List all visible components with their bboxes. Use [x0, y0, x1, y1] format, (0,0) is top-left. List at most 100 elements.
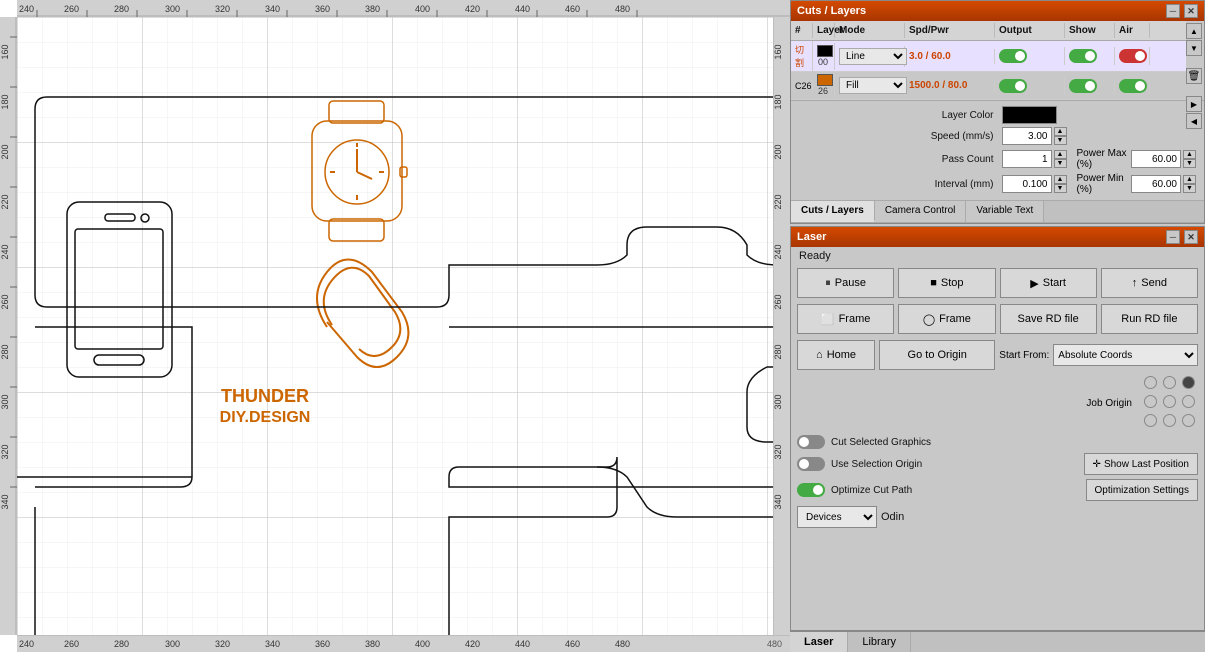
svg-text:240: 240: [19, 4, 34, 14]
origin-br[interactable]: [1182, 414, 1195, 427]
collapse-left-btn[interactable]: ◀: [1186, 113, 1202, 129]
power-min-down-btn[interactable]: ▼: [1183, 184, 1196, 193]
send-icon: ↑: [1132, 277, 1138, 289]
origin-tc[interactable]: [1163, 376, 1176, 389]
minimize-button[interactable]: ─: [1166, 4, 1180, 18]
svg-text:320: 320: [215, 639, 230, 649]
speed-up-btn[interactable]: ▲: [1054, 127, 1067, 136]
power-max-down-btn[interactable]: ▼: [1183, 159, 1196, 168]
svg-text:480: 480: [615, 639, 630, 649]
start-from-select[interactable]: Absolute Coords User Origin Current Posi…: [1053, 344, 1198, 366]
svg-text:300: 300: [773, 394, 783, 409]
origin-ml[interactable]: [1144, 395, 1157, 408]
col-spd-pwr: Spd/Pwr: [905, 23, 995, 38]
canvas-area[interactable]: 240 260 280 300 320 340 360 380 400 420: [0, 0, 790, 652]
origin-mr[interactable]: [1182, 395, 1195, 408]
save-rd-button[interactable]: Save RD file: [1000, 304, 1097, 334]
tab-camera-control[interactable]: Camera Control: [875, 201, 967, 222]
origin-tr[interactable]: [1182, 376, 1195, 389]
interval-label: Interval (mm): [935, 179, 994, 190]
drawing-canvas[interactable]: THUNDER DIY.DESIGN 160 180: [17, 17, 773, 635]
cut-selected-toggle[interactable]: [797, 435, 825, 449]
svg-text:300: 300: [165, 4, 180, 14]
devices-select[interactable]: Devices: [797, 506, 877, 528]
delete-layer-btn[interactable]: 🗑: [1186, 68, 1202, 84]
laser-title: Laser: [797, 231, 826, 243]
speed-input[interactable]: [1002, 127, 1052, 145]
start-button[interactable]: ▶ Start: [1000, 268, 1097, 298]
row1-mode-select[interactable]: Fill Line: [839, 77, 907, 94]
origin-mc[interactable]: [1163, 395, 1176, 408]
svg-text:180: 180: [0, 94, 10, 109]
power-max-up-btn[interactable]: ▲: [1183, 150, 1196, 159]
show-last-position-btn[interactable]: ✛ Show Last Position: [1084, 453, 1198, 475]
run-rd-button[interactable]: Run RD file: [1101, 304, 1198, 334]
svg-text:180: 180: [773, 94, 783, 109]
stop-button[interactable]: ■ Stop: [898, 268, 995, 298]
optimize-cut-toggle[interactable]: [797, 483, 825, 497]
interval-input[interactable]: [1002, 175, 1052, 193]
svg-text:320: 320: [773, 444, 783, 459]
interval-up-btn[interactable]: ▲: [1054, 175, 1067, 184]
row0-mode[interactable]: Line Fill: [835, 46, 905, 67]
go-to-origin-button[interactable]: Go to Origin: [879, 340, 995, 370]
layer-color-swatch[interactable]: [1002, 106, 1057, 124]
home-button[interactable]: ⌂ Home: [797, 340, 875, 370]
row0-air[interactable]: [1115, 47, 1150, 65]
row0-mode-select[interactable]: Line Fill: [839, 48, 907, 65]
origin-bl[interactable]: [1144, 414, 1157, 427]
svg-text:340: 340: [265, 639, 280, 649]
laser-header: Laser ─ ✕: [791, 227, 1204, 247]
pause-button[interactable]: ⏸ Pause: [797, 268, 894, 298]
devices-row: Devices Odin: [791, 503, 1204, 531]
pass-count-down-btn[interactable]: ▼: [1054, 159, 1067, 168]
svg-text:380: 380: [365, 4, 380, 14]
use-selection-toggle[interactable]: [797, 457, 825, 471]
svg-text:220: 220: [0, 194, 10, 209]
row1-air[interactable]: [1115, 77, 1150, 95]
expand-right-btn[interactable]: ▶: [1186, 96, 1202, 112]
svg-text:420: 420: [465, 639, 480, 649]
scroll-down-btn[interactable]: ▼: [1186, 40, 1202, 56]
row0-output[interactable]: [995, 47, 1065, 65]
pass-count-input[interactable]: [1002, 150, 1052, 168]
origin-bc[interactable]: [1163, 414, 1176, 427]
laser-close-btn[interactable]: ✕: [1184, 230, 1198, 244]
svg-text:THUNDER: THUNDER: [221, 386, 309, 406]
col-num: #: [791, 23, 813, 38]
svg-text:280: 280: [114, 639, 129, 649]
frame1-button[interactable]: ⬜ Frame: [797, 304, 894, 334]
power-min-up-btn[interactable]: ▲: [1183, 175, 1196, 184]
row1-output[interactable]: [995, 77, 1065, 95]
table-header: # Layer Mode Spd/Pwr Output Show Air: [791, 21, 1186, 41]
optimization-settings-btn[interactable]: Optimization Settings: [1086, 479, 1199, 501]
send-button[interactable]: ↑ Send: [1101, 268, 1198, 298]
frame2-button[interactable]: ◯ Frame: [898, 304, 995, 334]
pass-count-up-btn[interactable]: ▲: [1054, 150, 1067, 159]
svg-text:440: 440: [515, 4, 530, 14]
svg-text:220: 220: [773, 194, 783, 209]
layer-row-0[interactable]: 切割 00 Line Fill 3.0 / 60.0: [791, 41, 1186, 72]
power-min-input[interactable]: [1131, 175, 1181, 193]
bottom-tab-laser[interactable]: Laser: [790, 632, 848, 652]
layer-row-1[interactable]: C26 26 Fill Line 1500.0 / 80.0: [791, 72, 1186, 100]
close-button[interactable]: ✕: [1184, 4, 1198, 18]
power-max-input[interactable]: [1131, 150, 1181, 168]
row1-mode[interactable]: Fill Line: [835, 75, 905, 96]
speed-down-btn[interactable]: ▼: [1054, 136, 1067, 145]
svg-text:280: 280: [114, 4, 129, 14]
job-origin-grid: [1144, 376, 1198, 430]
row1-color: 26: [813, 72, 835, 99]
scroll-up-btn[interactable]: ▲: [1186, 23, 1202, 39]
tab-cuts-layers[interactable]: Cuts / Layers: [791, 201, 875, 222]
interval-down-btn[interactable]: ▼: [1054, 184, 1067, 193]
row0-show[interactable]: [1065, 47, 1115, 65]
row1-show[interactable]: [1065, 77, 1115, 95]
laser-minimize-btn[interactable]: ─: [1166, 230, 1180, 244]
origin-tl[interactable]: [1144, 376, 1157, 389]
pause-icon: ⏸: [825, 277, 831, 290]
svg-text:260: 260: [773, 294, 783, 309]
frame1-icon: ⬜: [821, 313, 835, 326]
bottom-tab-library[interactable]: Library: [848, 632, 911, 652]
tab-variable-text[interactable]: Variable Text: [966, 201, 1044, 222]
